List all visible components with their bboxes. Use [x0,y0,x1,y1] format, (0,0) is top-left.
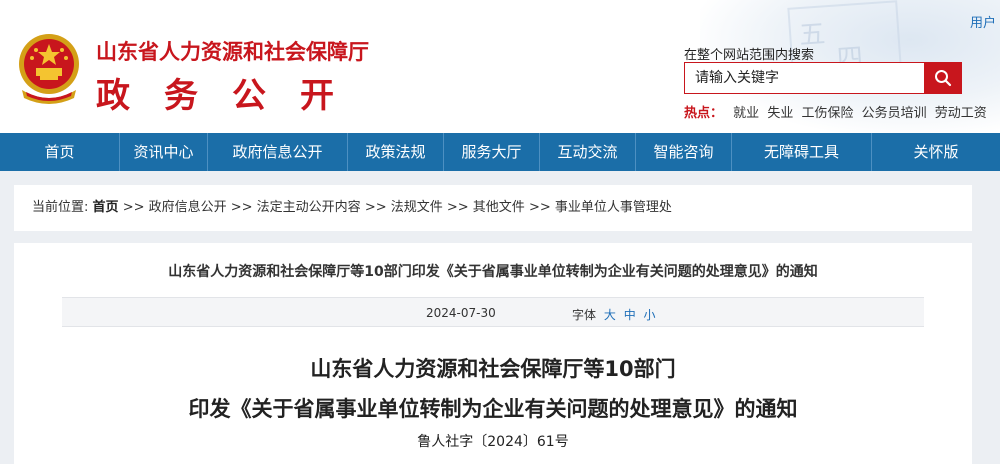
hot-link-wages[interactable]: 劳动工资 [935,106,987,121]
hot-link-injury-insurance[interactable]: 工伤保险 [801,106,853,121]
nav-accessibility-tools[interactable]: 无障碍工具 [732,133,872,171]
national-emblem-icon [19,34,79,104]
user-login-link[interactable]: 用户 [970,12,996,31]
hot-link-civil-servant-training[interactable]: 公务员培训 [862,106,927,121]
article-meta-bar: 2024-07-30 字体 大 中 小 [62,297,924,327]
hot-link-unemployment[interactable]: 失业 [767,106,793,121]
search-label: 在整个网站范围内搜索 [684,48,815,63]
breadcrumb-statutory-disclosure[interactable]: >> 法定主动公开内容 [231,200,361,215]
search-input[interactable] [685,63,925,93]
nav-gov-info-disclosure[interactable]: 政府信息公开 [208,133,348,171]
breadcrumb-regulations[interactable]: >> 法规文件 [365,200,443,215]
article-panel: 山东省人力资源和社会保障厅等10部门印发《关于省属事业单位转制为企业有关问题的处… [14,243,972,464]
hot-topics: 热点： 就业 失业 工伤保险 公务员培训 劳动工资 [684,102,991,121]
site-subtitle: 政务公开 [96,76,368,116]
search-box [684,62,962,94]
nav-interaction[interactable]: 互动交流 [540,133,636,171]
font-size-medium[interactable]: 中 [624,308,636,322]
nav-home[interactable]: 首页 [0,133,120,171]
nav-policies-regulations[interactable]: 政策法规 [348,133,444,171]
breadcrumb-prefix: 当前位置: [32,200,89,215]
breadcrumb-home[interactable]: 首页 [93,200,119,215]
site-header: 五 四 用户 山东省人力资源和社会保障厅 政务公开 在整个网站范围内搜索 热点：… [0,0,1000,133]
font-size-large[interactable]: 大 [604,308,616,322]
site-title: 山东省人力资源和社会保障厅 [96,40,369,64]
search-button[interactable] [924,62,962,94]
document-title-line2: 印发《关于省属事业单位转制为企业有关问题的处理意见》的通知 [188,397,798,421]
breadcrumb-personnel-office[interactable]: >> 事业单位人事管理处 [529,200,672,215]
hot-label: 热点： [684,106,724,121]
document-number: 鲁人社字〔2024〕61号 [417,434,569,450]
nav-news-center[interactable]: 资讯中心 [120,133,208,171]
document-title-line1: 山东省人力资源和社会保障厅等10部门 [310,357,676,381]
breadcrumb-other-files[interactable]: >> 其他文件 [447,200,525,215]
breadcrumb: 当前位置: 首页 >> 政府信息公开 >> 法定主动公开内容 >> 法规文件 >… [14,185,972,231]
nav-service-hall[interactable]: 服务大厅 [444,133,540,171]
font-size-control: 字体 大 中 小 [572,306,656,323]
breadcrumb-gov-info[interactable]: >> 政府信息公开 [123,200,227,215]
font-size-label: 字体 [572,308,597,322]
search-icon [935,70,952,87]
main-nav: 首页 资讯中心 政府信息公开 政策法规 服务大厅 互动交流 智能咨询 无障碍工具… [0,133,1000,171]
nav-smart-consult[interactable]: 智能咨询 [636,133,732,171]
hot-link-employment[interactable]: 就业 [733,106,759,121]
article-head-title: 山东省人力资源和社会保障厅等10部门印发《关于省属事业单位转制为企业有关问题的处… [168,264,818,280]
nav-care-version[interactable]: 关怀版 [872,133,1000,171]
publish-date: 2024-07-30 [426,306,496,320]
font-size-small[interactable]: 小 [644,308,656,322]
